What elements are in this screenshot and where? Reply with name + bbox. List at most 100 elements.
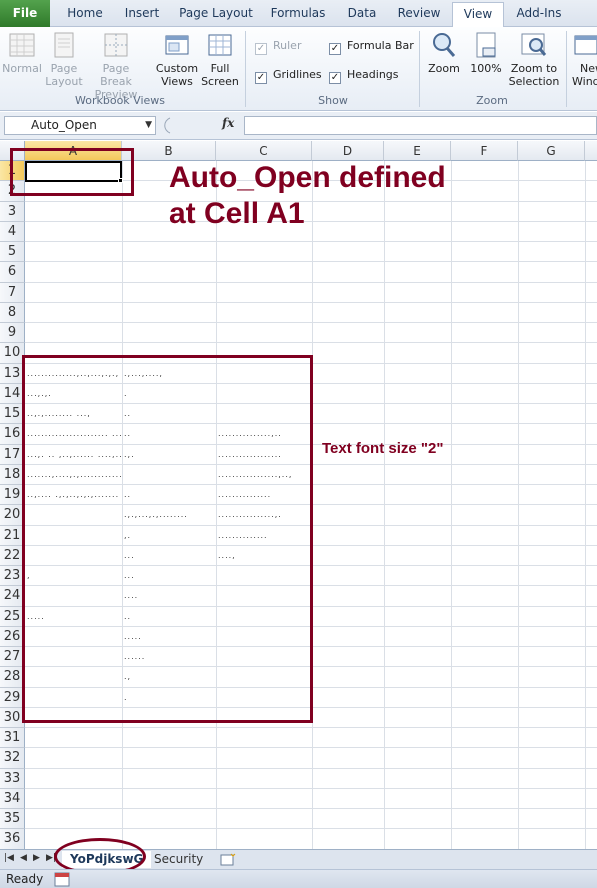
ruler-checkbox[interactable]: ✓ Ruler: [255, 39, 302, 55]
row-header-33[interactable]: 33: [0, 768, 25, 789]
zoom-100-label: 100%: [470, 62, 502, 75]
row-line: [25, 767, 597, 769]
full-screen-button[interactable]: Full Screen: [200, 31, 240, 88]
ribbon-tab-bar: File Home Insert Page Layout Formulas Da…: [0, 0, 597, 28]
column-header-b[interactable]: B: [122, 141, 216, 161]
row-line: [25, 342, 597, 344]
workbook-views-group-label: Workbook Views: [75, 94, 165, 107]
annotation-title-line2: at Cell A1: [169, 197, 305, 230]
new-window-icon: [574, 35, 597, 55]
normal-view-button[interactable]: Normal: [2, 31, 42, 75]
row-header-36[interactable]: 36: [0, 829, 25, 849]
check-icon: ✓: [255, 43, 267, 55]
column-header-f[interactable]: F: [451, 141, 518, 161]
full-screen-icon: [208, 34, 232, 56]
name-box[interactable]: Auto_Open ▼: [4, 116, 156, 135]
new-window-button[interactable]: New Window: [570, 31, 597, 88]
formula-controls: fx: [160, 116, 242, 135]
full-screen-label-1: Full: [210, 62, 230, 75]
row-header-34[interactable]: 34: [0, 788, 25, 809]
zoom-button[interactable]: Zoom: [424, 31, 464, 75]
row-line: [25, 241, 597, 242]
row-line: [25, 828, 597, 830]
ruler-label: Ruler: [273, 39, 302, 52]
headings-checkbox[interactable]: ✓ Headings: [329, 68, 399, 84]
tab-page-layout[interactable]: Page Layout: [174, 2, 258, 27]
full-screen-label-2: Screen: [201, 75, 239, 88]
row-line: [25, 727, 597, 728]
row-header-6[interactable]: 6: [0, 262, 25, 283]
custom-views-label-2: Views: [161, 75, 193, 88]
zoom-label: Zoom: [428, 62, 460, 75]
row-header-32[interactable]: 32: [0, 748, 25, 769]
chevron-down-icon[interactable]: ▼: [145, 117, 152, 134]
row-header-8[interactable]: 8: [0, 302, 25, 323]
zoom-selection-icon: [521, 33, 547, 56]
insert-function-button[interactable]: fx: [222, 116, 234, 130]
gridlines-label: Gridlines: [273, 68, 322, 81]
formula-bar-checkbox[interactable]: ✓ Formula Bar: [329, 39, 414, 55]
zoom-to-selection-button[interactable]: Zoom to Selection: [506, 31, 562, 88]
first-sheet-icon[interactable]: |◀: [4, 853, 14, 863]
group-separator: [419, 31, 420, 107]
group-separator: [566, 31, 567, 107]
tab-file[interactable]: File: [0, 0, 50, 27]
row-header-35[interactable]: 35: [0, 809, 25, 830]
tab-home[interactable]: Home: [58, 2, 112, 27]
group-separator: [245, 31, 246, 107]
row-header-9[interactable]: 9: [0, 323, 25, 344]
column-header-c[interactable]: C: [216, 141, 312, 161]
macro-record-icon[interactable]: [54, 872, 70, 887]
row-line: [25, 808, 597, 809]
annotation-box-a1: [10, 148, 134, 196]
annotation-title-line1: Auto_Open defined: [169, 161, 446, 194]
gridlines-checkbox[interactable]: ✓ Gridlines: [255, 68, 322, 84]
prev-sheet-icon[interactable]: ◀: [20, 853, 27, 863]
page-break-icon: [104, 33, 128, 57]
tab-formulas[interactable]: Formulas: [262, 2, 334, 27]
tab-view[interactable]: View: [452, 2, 504, 28]
tab-insert[interactable]: Insert: [114, 2, 170, 27]
row-header-7[interactable]: 7: [0, 282, 25, 303]
normal-view-icon: [9, 33, 35, 57]
check-icon: ✓: [329, 72, 341, 84]
row-header-4[interactable]: 4: [0, 221, 25, 242]
page-break-label-1: Page Break: [100, 62, 132, 88]
show-group-label: Show: [318, 94, 348, 107]
row-header-31[interactable]: 31: [0, 728, 25, 749]
formula-bar-splitter-icon[interactable]: [160, 117, 180, 134]
tab-data[interactable]: Data: [338, 2, 386, 27]
column-header-g[interactable]: G: [518, 141, 585, 161]
column-header-e[interactable]: E: [384, 141, 451, 161]
annotation-font-note: Text font size "2": [322, 440, 444, 457]
check-icon: ✓: [255, 72, 267, 84]
row-line: [25, 787, 597, 789]
sheet-tab-security[interactable]: Security: [146, 851, 211, 868]
new-window-label-2: Window: [572, 75, 597, 88]
page-break-preview-button[interactable]: Page Break Preview: [86, 31, 146, 101]
row-header-3[interactable]: 3: [0, 201, 25, 222]
formula-input[interactable]: [244, 116, 597, 135]
zoom-selection-label-2: Selection: [508, 75, 560, 88]
custom-views-label-1: Custom: [155, 62, 199, 75]
column-header-partial: [585, 141, 597, 161]
tab-add-ins[interactable]: Add-Ins: [508, 2, 570, 27]
row-line: [25, 322, 597, 323]
page-layout-label-2: Layout: [45, 75, 83, 88]
zoom-selection-label-1: Zoom to: [510, 62, 558, 75]
annotation-title: Auto_Open defined at Cell A1: [169, 160, 446, 232]
new-window-label-1: New: [580, 62, 597, 75]
custom-views-button[interactable]: Custom Views: [152, 31, 202, 88]
magnifier-icon: [433, 33, 456, 57]
page-layout-view-button[interactable]: Page Layout: [44, 31, 84, 88]
tab-review[interactable]: Review: [390, 2, 448, 27]
name-box-value: Auto_Open: [31, 118, 97, 132]
insert-sheet-icon[interactable]: [220, 853, 236, 867]
normal-label: Normal: [2, 62, 42, 75]
formula-bar: Auto_Open ▼ fx: [0, 112, 597, 140]
row-header-5[interactable]: 5: [0, 242, 25, 263]
check-icon: ✓: [329, 43, 341, 55]
column-header-d[interactable]: D: [312, 141, 384, 161]
next-sheet-icon[interactable]: ▶: [33, 853, 40, 863]
zoom-100-button[interactable]: 100%: [468, 31, 504, 75]
